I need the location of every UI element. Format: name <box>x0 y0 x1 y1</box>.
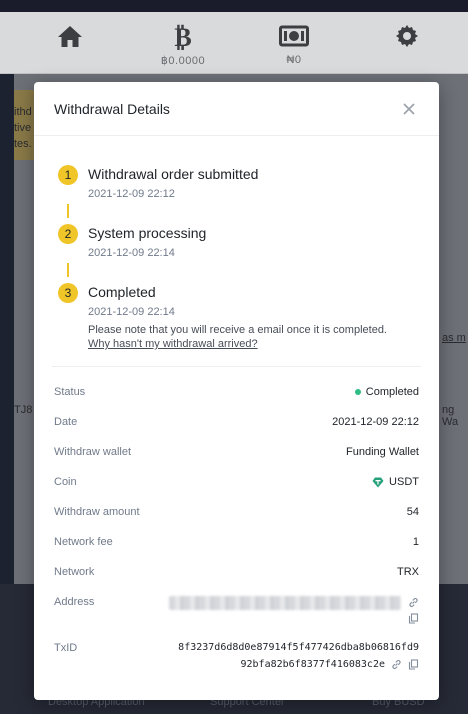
step-title: Completed <box>88 284 156 300</box>
tether-icon <box>372 477 384 488</box>
detail-row-coin: Coin USDT <box>54 473 419 503</box>
detail-label: Status <box>54 386 86 398</box>
nav-home[interactable] <box>35 22 105 50</box>
detail-row-wallet: Withdraw wallet Funding Wallet <box>54 443 419 473</box>
step-submitted: 1 Withdrawal order submitted 2021-12-09 … <box>58 164 439 200</box>
gear-icon <box>372 22 442 50</box>
progress-steps: 1 Withdrawal order submitted 2021-12-09 … <box>34 136 439 350</box>
detail-label: Withdraw amount <box>54 506 140 518</box>
amount-value: 54 <box>406 506 419 518</box>
step-number: 2 <box>58 224 78 244</box>
detail-label: TxID <box>54 642 78 654</box>
step-connector <box>67 263 69 277</box>
address-value-redacted <box>169 596 401 610</box>
network-value: TRX <box>397 566 419 578</box>
bitcoin-icon: ₿ <box>148 22 218 50</box>
close-button[interactable] <box>399 99 419 119</box>
fee-value: 1 <box>412 536 419 548</box>
step-time: 2021-12-09 22:14 <box>88 306 175 318</box>
detail-row-txid: TxID 8f3237d6d8d0e87914f5f477426dba8b068… <box>54 639 419 673</box>
background-link: as m <box>442 332 466 344</box>
modal-title: Withdrawal Details <box>54 100 170 117</box>
background-text: ng Wa <box>442 404 459 428</box>
detail-row-address: Address <box>54 593 419 639</box>
status-dot-icon <box>354 389 361 395</box>
copy-icon[interactable] <box>407 659 419 671</box>
background-text: tive <box>14 122 32 134</box>
home-icon <box>35 22 105 50</box>
top-nav-bar: ₿ ฿0.0000 ₦0 <box>0 0 468 74</box>
link-icon[interactable] <box>390 659 402 671</box>
detail-row-network: Network TRX <box>54 563 419 593</box>
step-title: Withdrawal order submitted <box>88 166 259 182</box>
background-text: TJ8 <box>14 404 33 416</box>
detail-row-amount: Withdraw amount 54 <box>54 503 419 533</box>
detail-label: Network fee <box>54 536 113 548</box>
background-text: tes. <box>14 138 32 150</box>
completion-note: Please note that you will receive a emai… <box>88 324 387 336</box>
status-value: Completed <box>365 386 419 398</box>
nav-settings[interactable] <box>372 22 442 50</box>
link-icon[interactable] <box>407 596 419 608</box>
step-number: 1 <box>58 165 78 185</box>
step-title: System processing <box>88 225 207 241</box>
step-processing: 2 System processing 2021-12-09 22:14 <box>58 223 439 259</box>
step-time: 2021-12-09 22:12 <box>88 188 175 200</box>
step-number: 3 <box>58 283 78 303</box>
detail-label: Withdraw wallet <box>54 446 132 458</box>
bitcoin-balance-label: ฿0.0000 <box>160 55 206 67</box>
close-icon <box>403 102 415 115</box>
detail-label: Address <box>54 596 95 608</box>
cash-icon <box>259 22 329 50</box>
withdrawal-details-modal: Withdrawal Details 1 Withdrawal order su… <box>34 82 439 700</box>
date-value: 2021-12-09 22:12 <box>332 416 419 428</box>
step-time: 2021-12-09 22:14 <box>88 247 175 259</box>
detail-label: Coin <box>54 476 77 488</box>
detail-row-fee: Network fee 1 <box>54 533 419 563</box>
detail-row-status: Status Completed <box>54 383 419 413</box>
nav-naira-balance[interactable]: ₦0 <box>259 22 329 66</box>
nav-bitcoin-balance[interactable]: ₿ ฿0.0000 <box>148 22 218 67</box>
txid-value-line2: 92bfa82b6f8377f416083c2e <box>240 659 386 670</box>
svg-text:₿: ₿ <box>174 23 191 50</box>
step-connector <box>67 204 69 218</box>
naira-balance-label: ₦0 <box>286 54 302 66</box>
detail-label: Network <box>54 566 95 578</box>
detail-row-date: Date 2021-12-09 22:12 <box>54 413 419 443</box>
withdrawal-help-link[interactable]: Why hasn't my withdrawal arrived? <box>88 338 387 350</box>
coin-value: USDT <box>389 476 419 488</box>
modal-header: Withdrawal Details <box>34 82 439 136</box>
details-list: Status Completed Date 2021-12-09 22:12 W… <box>34 367 439 673</box>
background-text: ithd <box>14 106 32 118</box>
detail-label: Date <box>54 416 78 428</box>
window-frame <box>0 0 468 12</box>
txid-value-line1: 8f3237d6d8d0e87914f5f477426dba8b06816fd9 <box>178 642 419 653</box>
copy-icon[interactable] <box>407 612 419 624</box>
wallet-value: Funding Wallet <box>346 446 419 458</box>
step-completed: 3 Completed 2021-12-09 22:14 Please note… <box>58 282 439 350</box>
